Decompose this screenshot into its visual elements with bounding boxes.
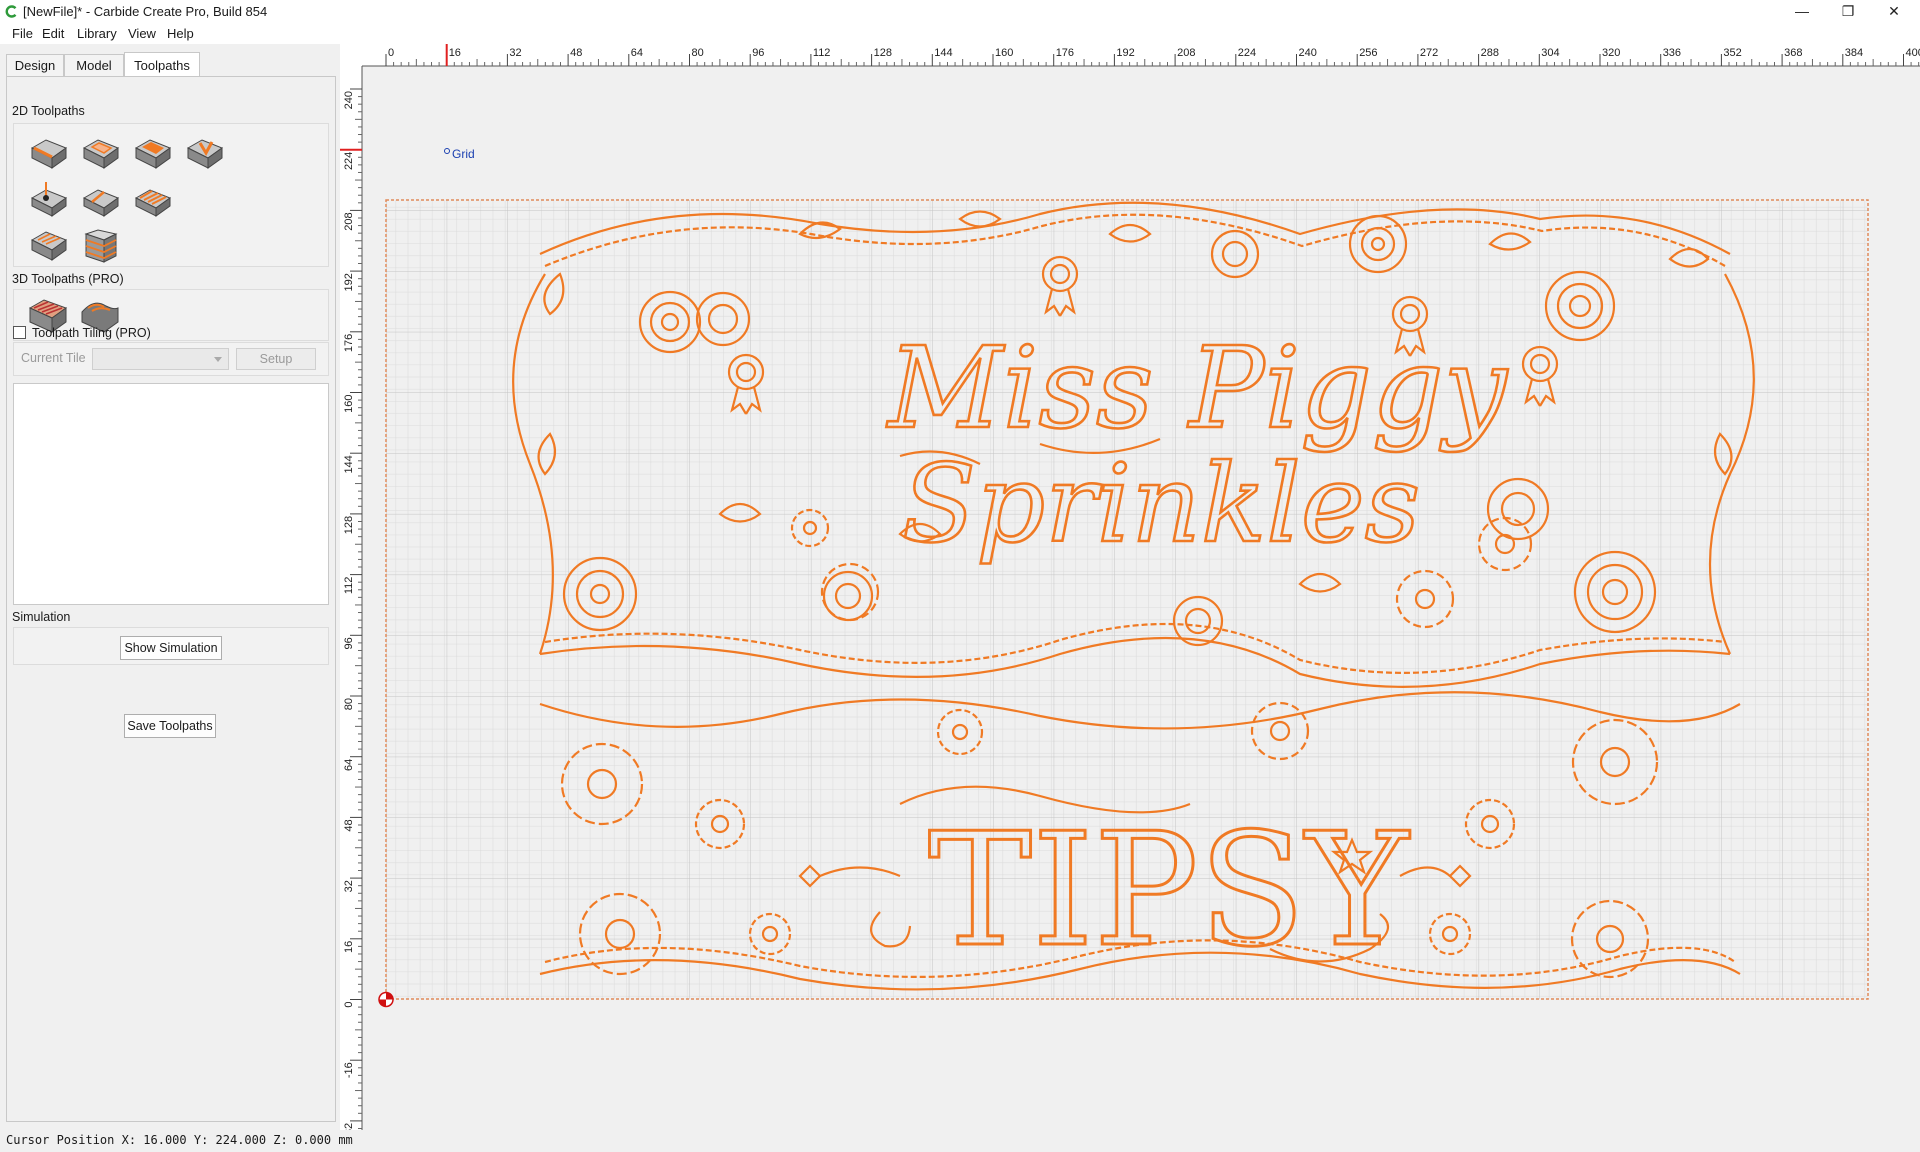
- origin-marker-icon: [378, 991, 394, 1008]
- y-ruler-label: 64: [343, 759, 355, 771]
- x-ruler-label: 176: [1056, 47, 1074, 59]
- show-simulation-button[interactable]: Show Simulation: [120, 636, 222, 660]
- y-ruler-label: 96: [343, 637, 355, 649]
- design-text-line2: Sprinkles: [902, 442, 1420, 567]
- design-text-tipsy: TIPSY: [928, 799, 1411, 981]
- toolpath-list[interactable]: [13, 383, 329, 605]
- x-ruler-label: 352: [1723, 47, 1741, 59]
- x-ruler-label: 368: [1784, 47, 1802, 59]
- x-ruler-label: 400: [1906, 47, 1920, 59]
- y-ruler-label: 144: [343, 455, 355, 473]
- x-ruler-label: 48: [570, 47, 582, 59]
- y-ruler-label: 176: [343, 334, 355, 352]
- x-ruler-label: 128: [874, 47, 892, 59]
- y-ruler-label: 224: [343, 152, 355, 170]
- section-3d-toolpaths: 3D Toolpaths (PRO): [12, 272, 124, 286]
- menu-view[interactable]: View: [128, 26, 156, 41]
- pocket-toolpath-icon[interactable]: [78, 134, 122, 174]
- tab-design[interactable]: Design: [6, 54, 64, 78]
- menu-edit[interactable]: Edit: [42, 26, 64, 41]
- window-title: [NewFile]* - Carbide Create Pro, Build 8…: [23, 4, 268, 19]
- x-ruler-label: 256: [1359, 47, 1377, 59]
- simulation-label: Simulation: [12, 610, 71, 624]
- save-toolpaths-button[interactable]: Save Toolpaths: [124, 714, 216, 738]
- x-ruler-label: 80: [692, 47, 704, 59]
- design-canvas-area[interactable]: 0 16 32 48 64 80 96 112 128 144 160 176 192 208 224 240…: [340, 44, 1920, 1139]
- x-ruler-label: 192: [1116, 47, 1134, 59]
- menu-help[interactable]: Help: [167, 26, 194, 41]
- y-ruler-label: 128: [343, 516, 355, 534]
- y-ruler-label: 80: [343, 698, 355, 710]
- x-ruler-label: 64: [631, 47, 643, 59]
- vcarve-toolpath-icon[interactable]: [182, 134, 226, 174]
- texture-toolpath-icon[interactable]: [78, 180, 122, 220]
- x-ruler-label: 272: [1420, 47, 1438, 59]
- menu-library[interactable]: Library: [77, 26, 117, 41]
- menu-file[interactable]: File: [12, 26, 33, 41]
- minimize-button[interactable]: —: [1780, 0, 1824, 24]
- chamfer-toolpath-icon[interactable]: [130, 180, 174, 220]
- toolpath-tiling-label: Toolpath Tiling (PRO): [32, 326, 151, 340]
- x-ruler-label: 112: [813, 47, 831, 59]
- x-ruler-label: 240: [1299, 47, 1317, 59]
- x-ruler-label: 96: [752, 47, 764, 59]
- y-ruler-label: 208: [343, 212, 355, 230]
- x-ruler-label: 32: [509, 47, 521, 59]
- y-ruler-label: 0: [343, 1002, 355, 1008]
- y-ruler-label: -32: [343, 1123, 355, 1130]
- section-2d-toolpaths: 2D Toolpaths: [12, 104, 85, 118]
- status-bar: Cursor Position X: 16.000 Y: 224.000 Z: …: [0, 1130, 1920, 1152]
- toolpath-tiling-checkbox[interactable]: [13, 326, 26, 339]
- menu-bar: File Edit Library View Help: [0, 24, 1920, 44]
- chevron-down-icon: [214, 357, 222, 362]
- grid-label: Grid: [452, 147, 475, 161]
- restore-button[interactable]: ❐: [1826, 0, 1870, 24]
- x-ruler-label: 208: [1177, 47, 1195, 59]
- x-ruler-label: 224: [1238, 47, 1256, 59]
- x-ruler-label: 384: [1845, 47, 1863, 59]
- design-text-line1: Miss Piggy: [886, 324, 1509, 454]
- close-window-button[interactable]: ✕: [1872, 0, 1916, 24]
- title-bar: [NewFile]* - Carbide Create Pro, Build 8…: [0, 0, 1920, 24]
- minimize-icon: —: [1795, 3, 1809, 19]
- contour-toolpath-icon[interactable]: [26, 134, 70, 174]
- left-panel: Design Model Toolpaths 2D Toolpaths 3D T…: [0, 44, 340, 1126]
- rest-machining-icon[interactable]: [26, 226, 70, 266]
- advanced-vcarve-icon[interactable]: [130, 134, 174, 174]
- tiling-group: Current Tile Setup: [13, 342, 329, 376]
- design-canvas[interactable]: 0 16 32 48 64 80 96 112 128 144 160 176 192 208 224 240…: [340, 44, 1920, 1139]
- x-ruler-label: 336: [1663, 47, 1681, 59]
- x-ruler-label: 16: [449, 47, 461, 59]
- toolpaths-2d-group: [13, 123, 329, 267]
- restore-icon: ❐: [1841, 3, 1855, 19]
- setup-button[interactable]: Setup: [236, 348, 316, 370]
- y-ruler-label: 240: [343, 91, 355, 109]
- current-tile-label: Current Tile: [21, 351, 86, 365]
- cursor-position-readout: Cursor Position X: 16.000 Y: 224.000 Z: …: [6, 1133, 353, 1147]
- y-ruler-label: 48: [343, 819, 355, 831]
- y-ruler-label: 16: [343, 941, 355, 953]
- carbide-logo-icon: [5, 5, 17, 18]
- x-ruler-label: 0: [388, 47, 394, 59]
- current-tile-select[interactable]: [92, 348, 229, 370]
- x-ruler-label: 304: [1541, 47, 1559, 59]
- y-ruler-label: -16: [343, 1062, 355, 1078]
- tab-model[interactable]: Model: [64, 54, 124, 78]
- toolpaths-tab-page: 2D Toolpaths 3D Toolpaths (PRO) Toolpath…: [6, 76, 336, 1122]
- close-icon: ✕: [1888, 3, 1900, 19]
- drill-toolpath-icon[interactable]: [26, 180, 70, 220]
- x-ruler-label: 320: [1602, 47, 1620, 59]
- grid-origin-icon: [444, 148, 450, 154]
- y-ruler-label: 32: [343, 880, 355, 892]
- y-ruler-label: 112: [343, 577, 355, 595]
- x-ruler-label: 160: [995, 47, 1013, 59]
- x-ruler-label: 288: [1481, 47, 1499, 59]
- engrave-layers-icon[interactable]: [78, 226, 122, 266]
- simulation-group: Show Simulation: [13, 627, 329, 665]
- x-ruler-label: 144: [934, 47, 952, 59]
- y-ruler-label: 192: [343, 273, 355, 291]
- y-ruler-label: 160: [343, 395, 355, 413]
